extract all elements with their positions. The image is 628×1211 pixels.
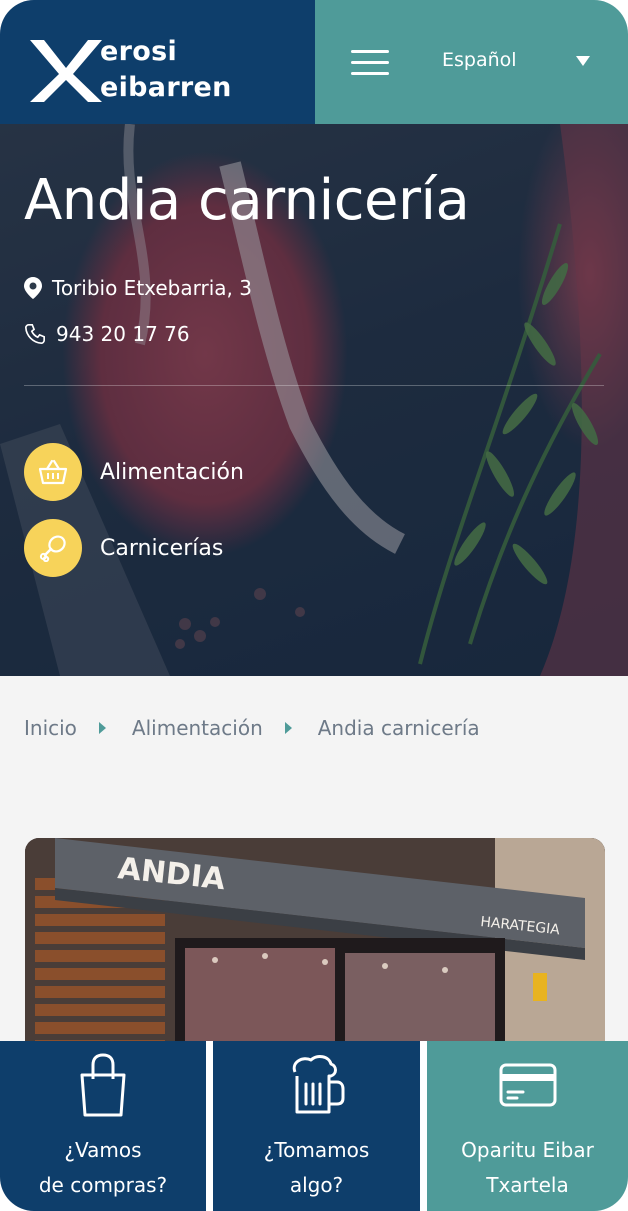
breadcrumb-separator-icon — [98, 722, 106, 734]
logo[interactable]: erosi eibarren — [0, 0, 315, 124]
breadcrumb-link-alimentacion[interactable]: Alimentación — [132, 716, 263, 740]
phone-icon — [25, 324, 45, 344]
breadcrumb: Inicio Alimentación Andia carnicería — [24, 716, 480, 740]
logo-text-erosi: erosi — [100, 36, 178, 67]
hero-divider — [24, 385, 604, 386]
phone-row[interactable]: 943 20 17 76 — [24, 322, 190, 346]
logo-text-eibarren: eibarren — [100, 72, 232, 103]
breadcrumb-separator-icon — [284, 722, 292, 734]
tab-shopping[interactable]: ¿Vamos de compras? — [0, 1041, 206, 1211]
basket-icon — [24, 443, 82, 501]
shop-photo[interactable]: ANDIA HARATEGIA — [25, 838, 605, 1058]
category-alimentacion[interactable]: Alimentación — [24, 443, 244, 501]
category-label: Carnicerías — [100, 535, 224, 561]
drumstick-icon — [24, 519, 82, 577]
beer-mug-icon — [289, 1053, 345, 1117]
credit-card-icon — [499, 1053, 557, 1117]
breadcrumb-link-inicio[interactable]: Inicio — [24, 716, 77, 740]
breadcrumb-current: Andia carnicería — [317, 716, 480, 740]
site-header: erosi eibarren Español — [0, 0, 628, 124]
app-frame: erosi eibarren Español Andia carnicería … — [0, 0, 628, 1211]
language-selector[interactable]: Español — [442, 49, 517, 71]
tab-gift-card[interactable]: Oparitu Eibar Txartela — [427, 1041, 628, 1211]
hamburger-menu-icon[interactable] — [351, 50, 389, 76]
shop-title: Andia carnicería — [24, 168, 470, 233]
tab-drinks[interactable]: ¿Tomamos algo? — [213, 1041, 420, 1211]
storefront-image: ANDIA HARATEGIA — [25, 838, 605, 1058]
address-row[interactable]: Toribio Etxebarria, 3 — [24, 276, 252, 300]
map-pin-icon — [24, 277, 42, 299]
tab-drinks-label: ¿Tomamos algo? — [263, 1138, 370, 1197]
phone-text: 943 20 17 76 — [56, 322, 190, 346]
shopping-bag-icon — [78, 1053, 128, 1117]
address-text: Toribio Etxebarria, 3 — [52, 276, 252, 300]
category-label: Alimentación — [100, 459, 244, 485]
category-carnicerias[interactable]: Carnicerías — [24, 519, 223, 577]
tab-gift-card-label: Oparitu Eibar Txartela — [461, 1138, 594, 1197]
tab-shopping-label: ¿Vamos de compras? — [38, 1138, 168, 1197]
caret-down-icon[interactable] — [576, 56, 590, 66]
logo-x-mark-icon — [30, 40, 102, 102]
bottom-navigation: ¿Vamos de compras? ¿Tomamos algo? Oparit… — [0, 1041, 628, 1211]
hero-banner: Andia carnicería Toribio Etxebarria, 3 9… — [0, 124, 628, 676]
